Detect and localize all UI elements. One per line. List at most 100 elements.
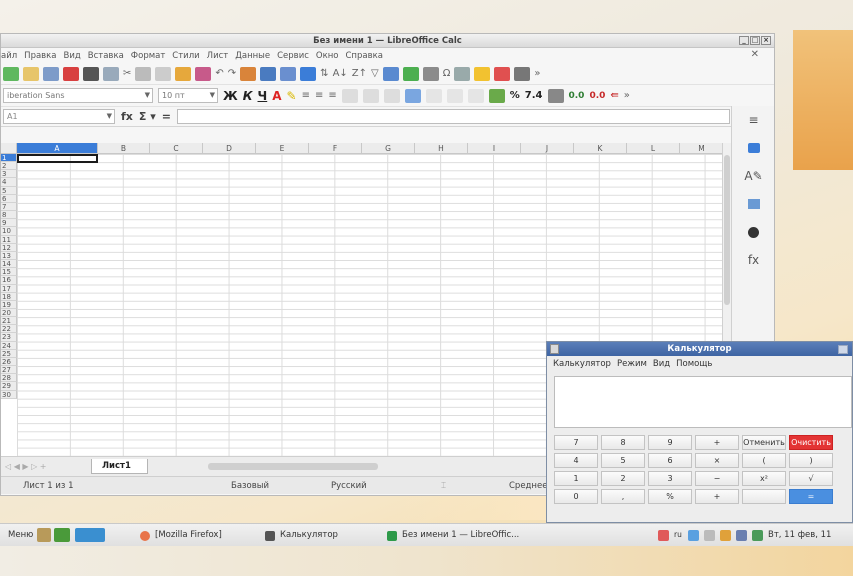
row-header[interactable]: 23 (1, 333, 17, 342)
date-format-icon[interactable] (547, 88, 564, 103)
autofilter-icon[interactable]: ▽ (371, 68, 379, 79)
highlight-icon[interactable]: ✎ (287, 89, 297, 103)
row-header[interactable]: 6 (1, 194, 17, 203)
calc-key[interactable]: 7 (554, 435, 598, 450)
column-header[interactable]: L (627, 143, 680, 154)
clipboard-icon[interactable] (720, 530, 731, 541)
formula-input[interactable] (176, 109, 730, 124)
column-header[interactable]: D (203, 143, 256, 154)
merge-center-icon[interactable] (446, 88, 463, 103)
menu-help[interactable]: Справка (346, 51, 383, 61)
gallery-icon[interactable] (732, 190, 775, 218)
task-libreoffice[interactable]: Без имени 1 — LibreOffic... (402, 530, 519, 540)
bold-button[interactable]: Ж (223, 89, 238, 103)
calc-key[interactable]: Очистить (789, 435, 833, 450)
column-header[interactable]: A (17, 143, 98, 154)
row-header[interactable]: 17 (1, 284, 17, 293)
close-button[interactable]: × (761, 36, 771, 45)
sort-ascending-icon[interactable]: A↓ (333, 68, 348, 79)
row-header[interactable]: 1 (1, 154, 17, 163)
calc-key[interactable]: 6 (648, 453, 692, 468)
percent-format-button[interactable]: % (510, 90, 520, 101)
toolbar-overflow-icon[interactable]: » (624, 90, 630, 101)
start-menu-button[interactable]: Меню (8, 530, 33, 540)
unmerge-icon[interactable] (467, 88, 484, 103)
menu-window[interactable]: Окно (316, 51, 339, 61)
clear-format-icon[interactable] (195, 66, 212, 81)
save-icon[interactable] (43, 66, 59, 81)
task-firefox[interactable]: [Mozilla Firefox] (155, 530, 222, 540)
calc-key[interactable]: + (695, 435, 739, 450)
new-document-icon[interactable] (3, 66, 19, 81)
row-header[interactable]: 25 (1, 349, 17, 358)
file-manager-icon[interactable] (37, 528, 51, 542)
row-header[interactable]: 15 (1, 268, 17, 277)
row-header[interactable]: 22 (1, 325, 17, 334)
center-vertically-icon[interactable] (362, 88, 379, 103)
align-top-icon[interactable] (341, 88, 358, 103)
row-header[interactable]: 8 (1, 211, 17, 220)
calc-key[interactable]: 5 (601, 453, 645, 468)
toolbar-overflow-icon[interactable]: » (534, 68, 540, 79)
navigator-icon[interactable] (732, 218, 775, 246)
row-header[interactable]: 21 (1, 317, 17, 326)
calc-key[interactable]: x² (742, 471, 786, 486)
calc-key[interactable]: 2 (601, 471, 645, 486)
row-header[interactable]: 13 (1, 251, 17, 261)
horizontal-scrollbar[interactable] (207, 463, 378, 470)
calc-key[interactable]: 1 (554, 471, 598, 486)
define-print-area-icon[interactable] (514, 66, 531, 81)
clone-format-icon[interactable] (175, 66, 192, 81)
calc-key[interactable]: ( (742, 453, 786, 468)
sheet-tab[interactable]: Лист1 (91, 459, 148, 474)
calc-menu-mode[interactable]: Режим (617, 359, 647, 369)
row-header[interactable]: 5 (1, 186, 17, 195)
align-left-icon[interactable]: ≡ (302, 90, 310, 101)
hyperlink-icon[interactable] (454, 66, 471, 81)
calc-key[interactable]: 3 (648, 471, 692, 486)
image-icon[interactable] (382, 66, 399, 81)
function-wizard-icon[interactable]: fx (121, 110, 133, 123)
column-header[interactable]: J (521, 143, 574, 154)
row-icon[interactable] (280, 66, 297, 81)
copy-icon[interactable] (135, 66, 152, 81)
name-box[interactable]: A1 ▼ (3, 109, 115, 124)
menu-insert[interactable]: Вставка (88, 51, 124, 61)
row-header[interactable]: 29 (1, 382, 17, 391)
calc-key[interactable]: 8 (601, 435, 645, 450)
undo-icon[interactable]: ↶ (215, 68, 223, 79)
align-bottom-icon[interactable] (383, 88, 400, 103)
keyboard-layout[interactable]: ru (674, 530, 682, 539)
column-header[interactable]: C (150, 143, 203, 154)
calc-key[interactable]: Отменить (742, 435, 786, 450)
row-header[interactable]: 7 (1, 202, 17, 212)
user-icon[interactable] (752, 530, 763, 541)
minimize-button[interactable]: _ (739, 36, 749, 45)
properties-icon[interactable] (732, 134, 775, 162)
open-folder-icon[interactable] (23, 66, 39, 81)
print-preview-icon[interactable] (103, 66, 119, 81)
merge-cells-icon[interactable] (425, 88, 442, 103)
calc-key[interactable]: ) (789, 453, 833, 468)
styles-icon[interactable]: A✎ (732, 162, 775, 190)
calc-key[interactable]: , (601, 489, 645, 504)
menu-data[interactable]: Данные (235, 51, 270, 61)
italic-button[interactable]: К (243, 89, 253, 103)
clock[interactable]: Вт, 11 фев, 11 (768, 530, 831, 540)
number-format-button[interactable]: 7.4 (525, 90, 543, 101)
calc-key[interactable]: × (695, 453, 739, 468)
sort-icon[interactable]: ⇅ (320, 68, 328, 79)
calc-key[interactable]: 9 (648, 435, 692, 450)
column-header[interactable]: F (309, 143, 362, 154)
add-decimal-button[interactable]: 0.0 (569, 91, 585, 101)
chart-icon[interactable] (402, 66, 419, 81)
row-header[interactable]: 4 (1, 178, 17, 187)
column-header[interactable]: E (256, 143, 309, 154)
row-header[interactable]: 27 (1, 366, 17, 375)
align-right-icon[interactable]: ≡ (328, 90, 336, 101)
row-header[interactable]: 30 (1, 390, 17, 399)
headers-footers-icon[interactable] (494, 66, 511, 81)
column-icon[interactable] (300, 66, 317, 81)
row-header[interactable]: 10 (1, 227, 17, 236)
calc-key[interactable] (742, 489, 786, 504)
